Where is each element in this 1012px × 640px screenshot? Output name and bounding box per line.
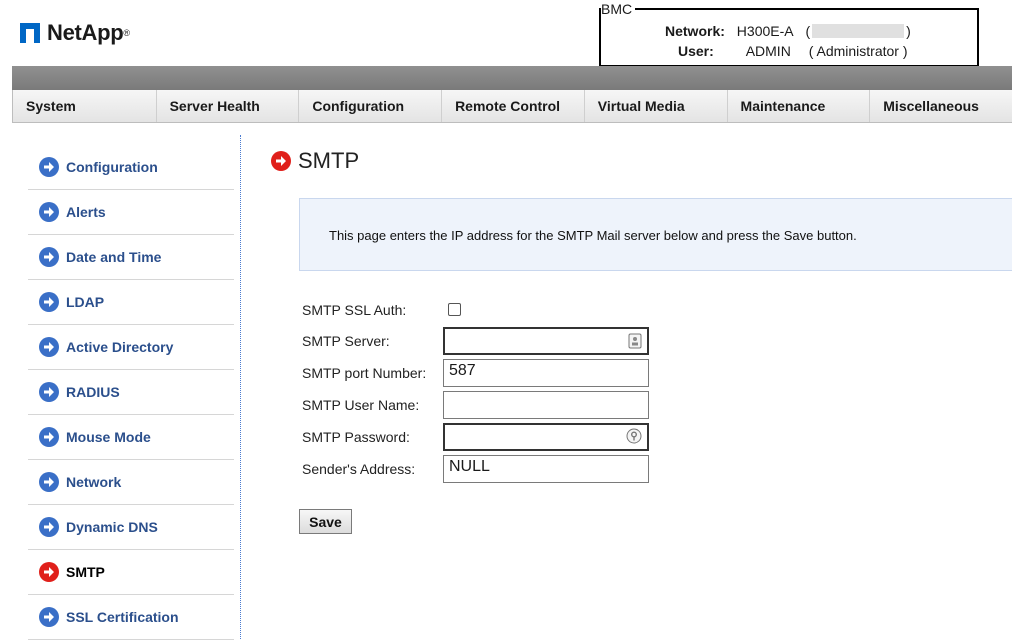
info-text: This page enters the IP address for the … [329,228,857,243]
bmc-user-row: User: ADMIN ( Administrator ) [678,43,908,59]
smtp-server-input[interactable] [443,327,649,355]
main-menu: System Server Health Configuration Remot… [12,90,1012,123]
sidebar-item-radius[interactable]: RADIUS [28,370,234,415]
arrow-right-icon [39,427,59,447]
smtp-port-input[interactable]: 587 [443,359,649,387]
sidebar-item-label: Dynamic DNS [66,519,158,535]
arrow-right-icon [39,337,59,357]
bmc-network-value: H300E-A [736,23,794,39]
smtp-ssl-auth-label: SMTP SSL Auth: [302,302,407,318]
menu-miscellaneous[interactable]: Miscellaneous [870,90,1012,122]
sidebar-item-ssl-certification[interactable]: SSL Certification [28,595,234,640]
bmc-network-label: Network: [665,23,725,39]
menu-virtual-media[interactable]: Virtual Media [585,90,728,122]
smtp-username-label: SMTP User Name: [302,397,420,413]
sender-address-label: Sender's Address: [302,461,416,477]
sidebar-item-ldap[interactable]: LDAP [28,280,234,325]
paren-close: ) [906,23,911,39]
smtp-username-input[interactable] [443,391,649,419]
bmc-user-role: ( Administrator ) [808,43,908,59]
smtp-ssl-auth-checkbox[interactable] [448,303,461,316]
smtp-password-input[interactable] [443,423,649,451]
arrow-right-icon [39,562,59,582]
sidebar-item-configuration[interactable]: Configuration [28,145,234,190]
arrow-right-icon [39,472,59,492]
sidebar-item-mouse-mode[interactable]: Mouse Mode [28,415,234,460]
sidebar-divider [240,135,241,639]
sidebar-item-label: SMTP [66,564,105,580]
bmc-info-box: BMC Network: H300E-A () User: ADMIN ( Ad… [599,1,979,67]
sender-address-value: NULL [449,458,490,475]
arrow-right-icon [39,202,59,222]
sidebar-item-label: Active Directory [66,339,174,355]
sender-address-input[interactable]: NULL [443,455,649,483]
bmc-user-label: User: [678,43,714,59]
arrow-right-icon [39,382,59,402]
sidebar-item-alerts[interactable]: Alerts [28,190,234,235]
sidebar-item-label: SSL Certification [66,609,179,625]
menu-server-health[interactable]: Server Health [157,90,300,122]
sidebar-item-active-directory[interactable]: Active Directory [28,325,234,370]
sidebar-item-smtp[interactable]: SMTP [28,550,234,595]
arrow-right-icon [39,607,59,627]
bmc-network-row: Network: H300E-A () [665,23,911,39]
sidebar-item-label: Network [66,474,122,490]
sidebar-item-date-and-time[interactable]: Date and Time [28,235,234,280]
sidebar-item-label: Configuration [66,159,158,175]
netapp-logo-icon [20,23,40,43]
contact-card-icon[interactable] [628,333,642,349]
menu-maintenance[interactable]: Maintenance [728,90,871,122]
password-key-icon[interactable] [626,428,642,444]
menu-system[interactable]: System [13,90,157,122]
sidebar-item-dynamic-dns[interactable]: Dynamic DNS [28,505,234,550]
page-title-text: SMTP [298,148,360,173]
page-title: SMTP [271,148,359,174]
sidebar-item-label: LDAP [66,294,105,310]
arrow-right-icon [39,247,59,267]
smtp-server-label: SMTP Server: [302,333,390,349]
arrow-right-icon [39,292,59,312]
menu-configuration[interactable]: Configuration [299,90,443,122]
smtp-password-label: SMTP Password: [302,429,410,445]
arrow-right-icon [39,517,59,537]
menu-remote-control[interactable]: Remote Control [442,90,585,122]
arrow-right-icon [271,151,291,171]
ip-address-redacted [812,24,905,38]
netapp-logo: NetApp ® [20,20,130,46]
bmc-user-value: ADMIN [745,43,791,59]
sidebar-item-label: Alerts [66,204,106,220]
save-button[interactable]: Save [299,509,352,534]
sidebar-item-label: RADIUS [66,384,120,400]
sidebar: Configuration Alerts Date and Time LDAP … [28,145,234,640]
paren-open: ( [805,23,811,39]
bmc-legend: BMC [601,1,636,17]
smtp-port-value: 587 [449,362,476,379]
arrow-right-icon [39,157,59,177]
sidebar-item-label: Date and Time [66,249,162,265]
sidebar-item-label: Mouse Mode [66,429,151,445]
sidebar-item-network[interactable]: Network [28,460,234,505]
header-band [12,66,1012,90]
brand-name: NetApp [47,20,124,45]
info-box: This page enters the IP address for the … [299,198,1012,271]
brand-registered-mark: ® [123,28,131,38]
smtp-port-label: SMTP port Number: [302,365,427,381]
